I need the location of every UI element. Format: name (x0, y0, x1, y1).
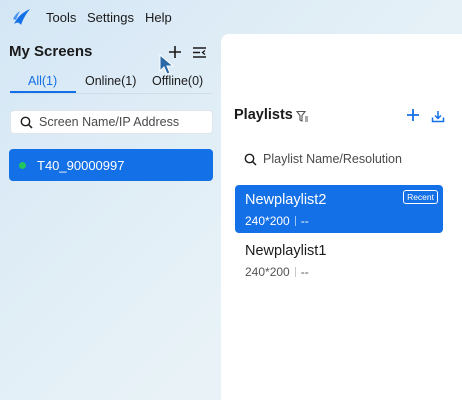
screen-list-item[interactable]: T40_90000997 (9, 149, 213, 181)
playlists-panel-title: Playlists (234, 107, 293, 123)
tab-offline[interactable]: Offline(0) (152, 74, 203, 88)
playlists-panel: Playlists Newplaylist (221, 34, 462, 400)
tab-divider (10, 93, 212, 94)
active-tab-indicator (10, 91, 76, 93)
playlist-resolution: 240*200 (245, 265, 290, 279)
download-icon (431, 110, 445, 122)
playlist-extra: -- (300, 214, 309, 228)
mouse-cursor-icon (159, 54, 175, 75)
screens-panel: My Screens All(1) Online(1) Offline(0) S… (0, 34, 220, 400)
menu-help[interactable]: Help (145, 10, 172, 25)
meta-separator (294, 267, 296, 277)
add-playlist-button[interactable] (404, 106, 422, 124)
playlist-name: Newplaylist2 (245, 192, 327, 208)
playlist-resolution: 240*200 (245, 214, 290, 228)
recent-badge: Recent (403, 190, 438, 204)
screen-search-input[interactable] (33, 115, 212, 129)
playlist-meta: 240*200 -- (245, 214, 309, 228)
playlist-item[interactable]: Newplaylist2 Recent 240*200 -- (235, 185, 443, 233)
meta-separator (294, 216, 296, 226)
screen-status-tabs: All(1) Online(1) Offline(0) (0, 74, 220, 98)
search-icon (244, 153, 257, 166)
app-window: Tools Settings Help My Screens All(1) On… (0, 0, 462, 400)
filter-icon (295, 110, 308, 122)
import-playlist-button[interactable] (429, 107, 447, 125)
menu-tools[interactable]: Tools (46, 10, 76, 25)
playlist-item[interactable]: Newplaylist1 240*200 -- (235, 236, 443, 284)
search-icon (20, 116, 33, 129)
filter-button[interactable] (295, 109, 309, 123)
tab-online[interactable]: Online(1) (85, 74, 136, 88)
menu-bar: Tools Settings Help (0, 0, 462, 34)
online-status-dot (19, 161, 26, 169)
playlist-search-input[interactable] (257, 152, 427, 166)
plus-icon (407, 109, 419, 121)
playlist-extra: -- (300, 265, 309, 279)
playlist-meta: 240*200 -- (245, 265, 309, 279)
playlist-search-box (235, 147, 427, 171)
list-collapse-icon (192, 46, 206, 58)
screen-search-box (10, 110, 213, 134)
screen-name: T40_90000997 (37, 157, 125, 173)
screen-list-menu-button[interactable] (190, 43, 208, 61)
app-logo-icon (13, 9, 30, 25)
playlist-name: Newplaylist1 (245, 243, 327, 259)
tab-all[interactable]: All(1) (28, 74, 57, 88)
menu-settings[interactable]: Settings (87, 10, 134, 25)
screens-panel-title: My Screens (9, 43, 93, 60)
